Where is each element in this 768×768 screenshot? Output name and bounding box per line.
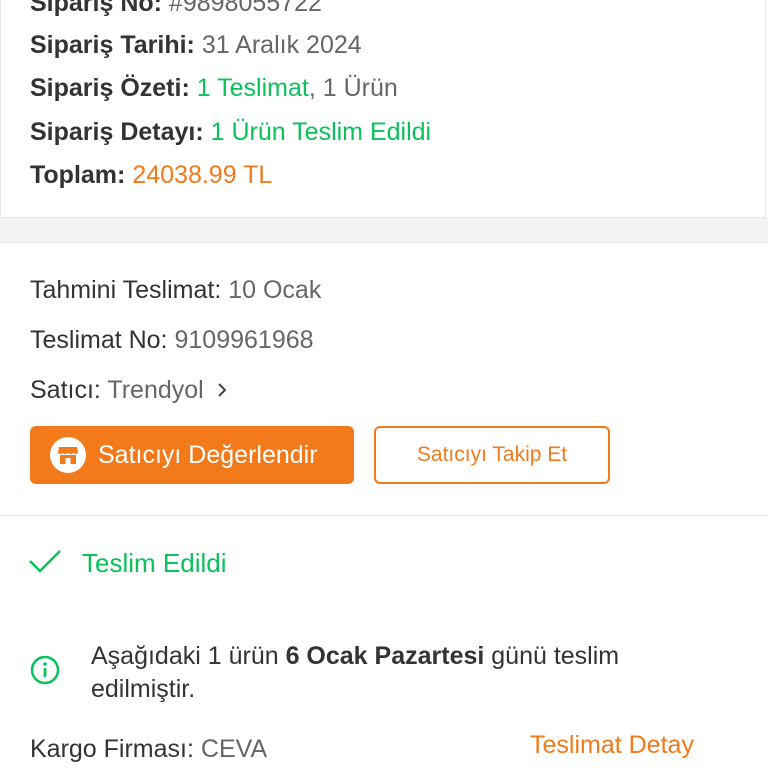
- seller-label: Satıcı:: [30, 376, 101, 404]
- info-text-part1: Aşağıdaki 1 ürün: [91, 642, 286, 670]
- section-divider: [0, 515, 768, 516]
- delivery-status: Teslim Edildi: [28, 548, 227, 579]
- order-summary-separator: ,: [308, 74, 316, 102]
- order-date-label: Sipariş Tarihi:: [30, 31, 195, 59]
- order-date-value: 31 Aralık 2024: [201, 31, 362, 59]
- follow-seller-button[interactable]: Satıcıyı Takip Et: [374, 426, 610, 484]
- estimated-delivery-row: Tahmini Teslimat: 10 Ocak: [30, 274, 321, 306]
- delivery-status-label: Teslim Edildi: [82, 548, 227, 578]
- chevron-right-icon[interactable]: [217, 378, 227, 403]
- info-icon: [30, 655, 60, 690]
- info-delivery-date: 6 Ocak Pazartesi: [285, 642, 485, 670]
- delivery-info-message: Aşağıdaki 1 ürün 6 Ocak Pazartesi günü t…: [91, 640, 711, 706]
- follow-seller-label: Satıcıyı Takip Et: [416, 443, 568, 466]
- order-detail-label: Sipariş Detayı:: [30, 118, 204, 146]
- order-detail-value: 1 Ürün Teslim Edildi: [210, 118, 432, 146]
- order-date-row: Sipariş Tarihi: 31 Aralık 2024: [30, 29, 362, 61]
- order-total-value: 24038.99 TL: [132, 161, 273, 189]
- order-summary-items: 1 Ürün: [322, 74, 398, 102]
- rate-seller-label: Satıcıyı Değerlendir: [98, 440, 318, 469]
- seller-link[interactable]: Trendyol: [107, 376, 203, 404]
- section-gap: [0, 218, 768, 243]
- order-number-label: Sipariş No:: [30, 0, 162, 17]
- order-detail-row: Sipariş Detayı: 1 Ürün Teslim Edildi: [30, 116, 431, 148]
- cargo-company-row: Kargo Firması: CEVA: [30, 733, 267, 765]
- estimated-delivery-value: 10 Ocak: [228, 276, 322, 304]
- delivery-detail-link[interactable]: Teslimat Detay: [530, 731, 694, 760]
- estimated-delivery-label: Tahmini Teslimat:: [30, 276, 222, 304]
- order-summary-row: Sipariş Özeti: 1 Teslimat, 1 Ürün: [30, 72, 398, 104]
- order-total-row: Toplam: 24038.99 TL: [30, 159, 272, 191]
- delivery-number-value: 9109961968: [174, 326, 314, 354]
- cargo-company-label: Kargo Firması:: [30, 735, 194, 763]
- delivery-number-row: Teslimat No: 9109961968: [30, 324, 314, 356]
- rate-seller-button[interactable]: Satıcıyı Değerlendir: [30, 426, 354, 484]
- delivery-number-label: Teslimat No:: [30, 326, 168, 354]
- store-icon: [50, 437, 86, 473]
- order-summary-delivery[interactable]: 1 Teslimat: [197, 74, 309, 102]
- order-summary-label: Sipariş Özeti:: [30, 74, 190, 102]
- check-icon: [28, 548, 62, 579]
- order-number-row: Sipariş No: #9898055722: [30, 0, 322, 19]
- cargo-company-value: CEVA: [200, 735, 268, 763]
- order-number-value: #9898055722: [168, 0, 322, 17]
- order-total-label: Toplam:: [30, 161, 126, 189]
- seller-row[interactable]: Satıcı: Trendyol: [30, 374, 227, 407]
